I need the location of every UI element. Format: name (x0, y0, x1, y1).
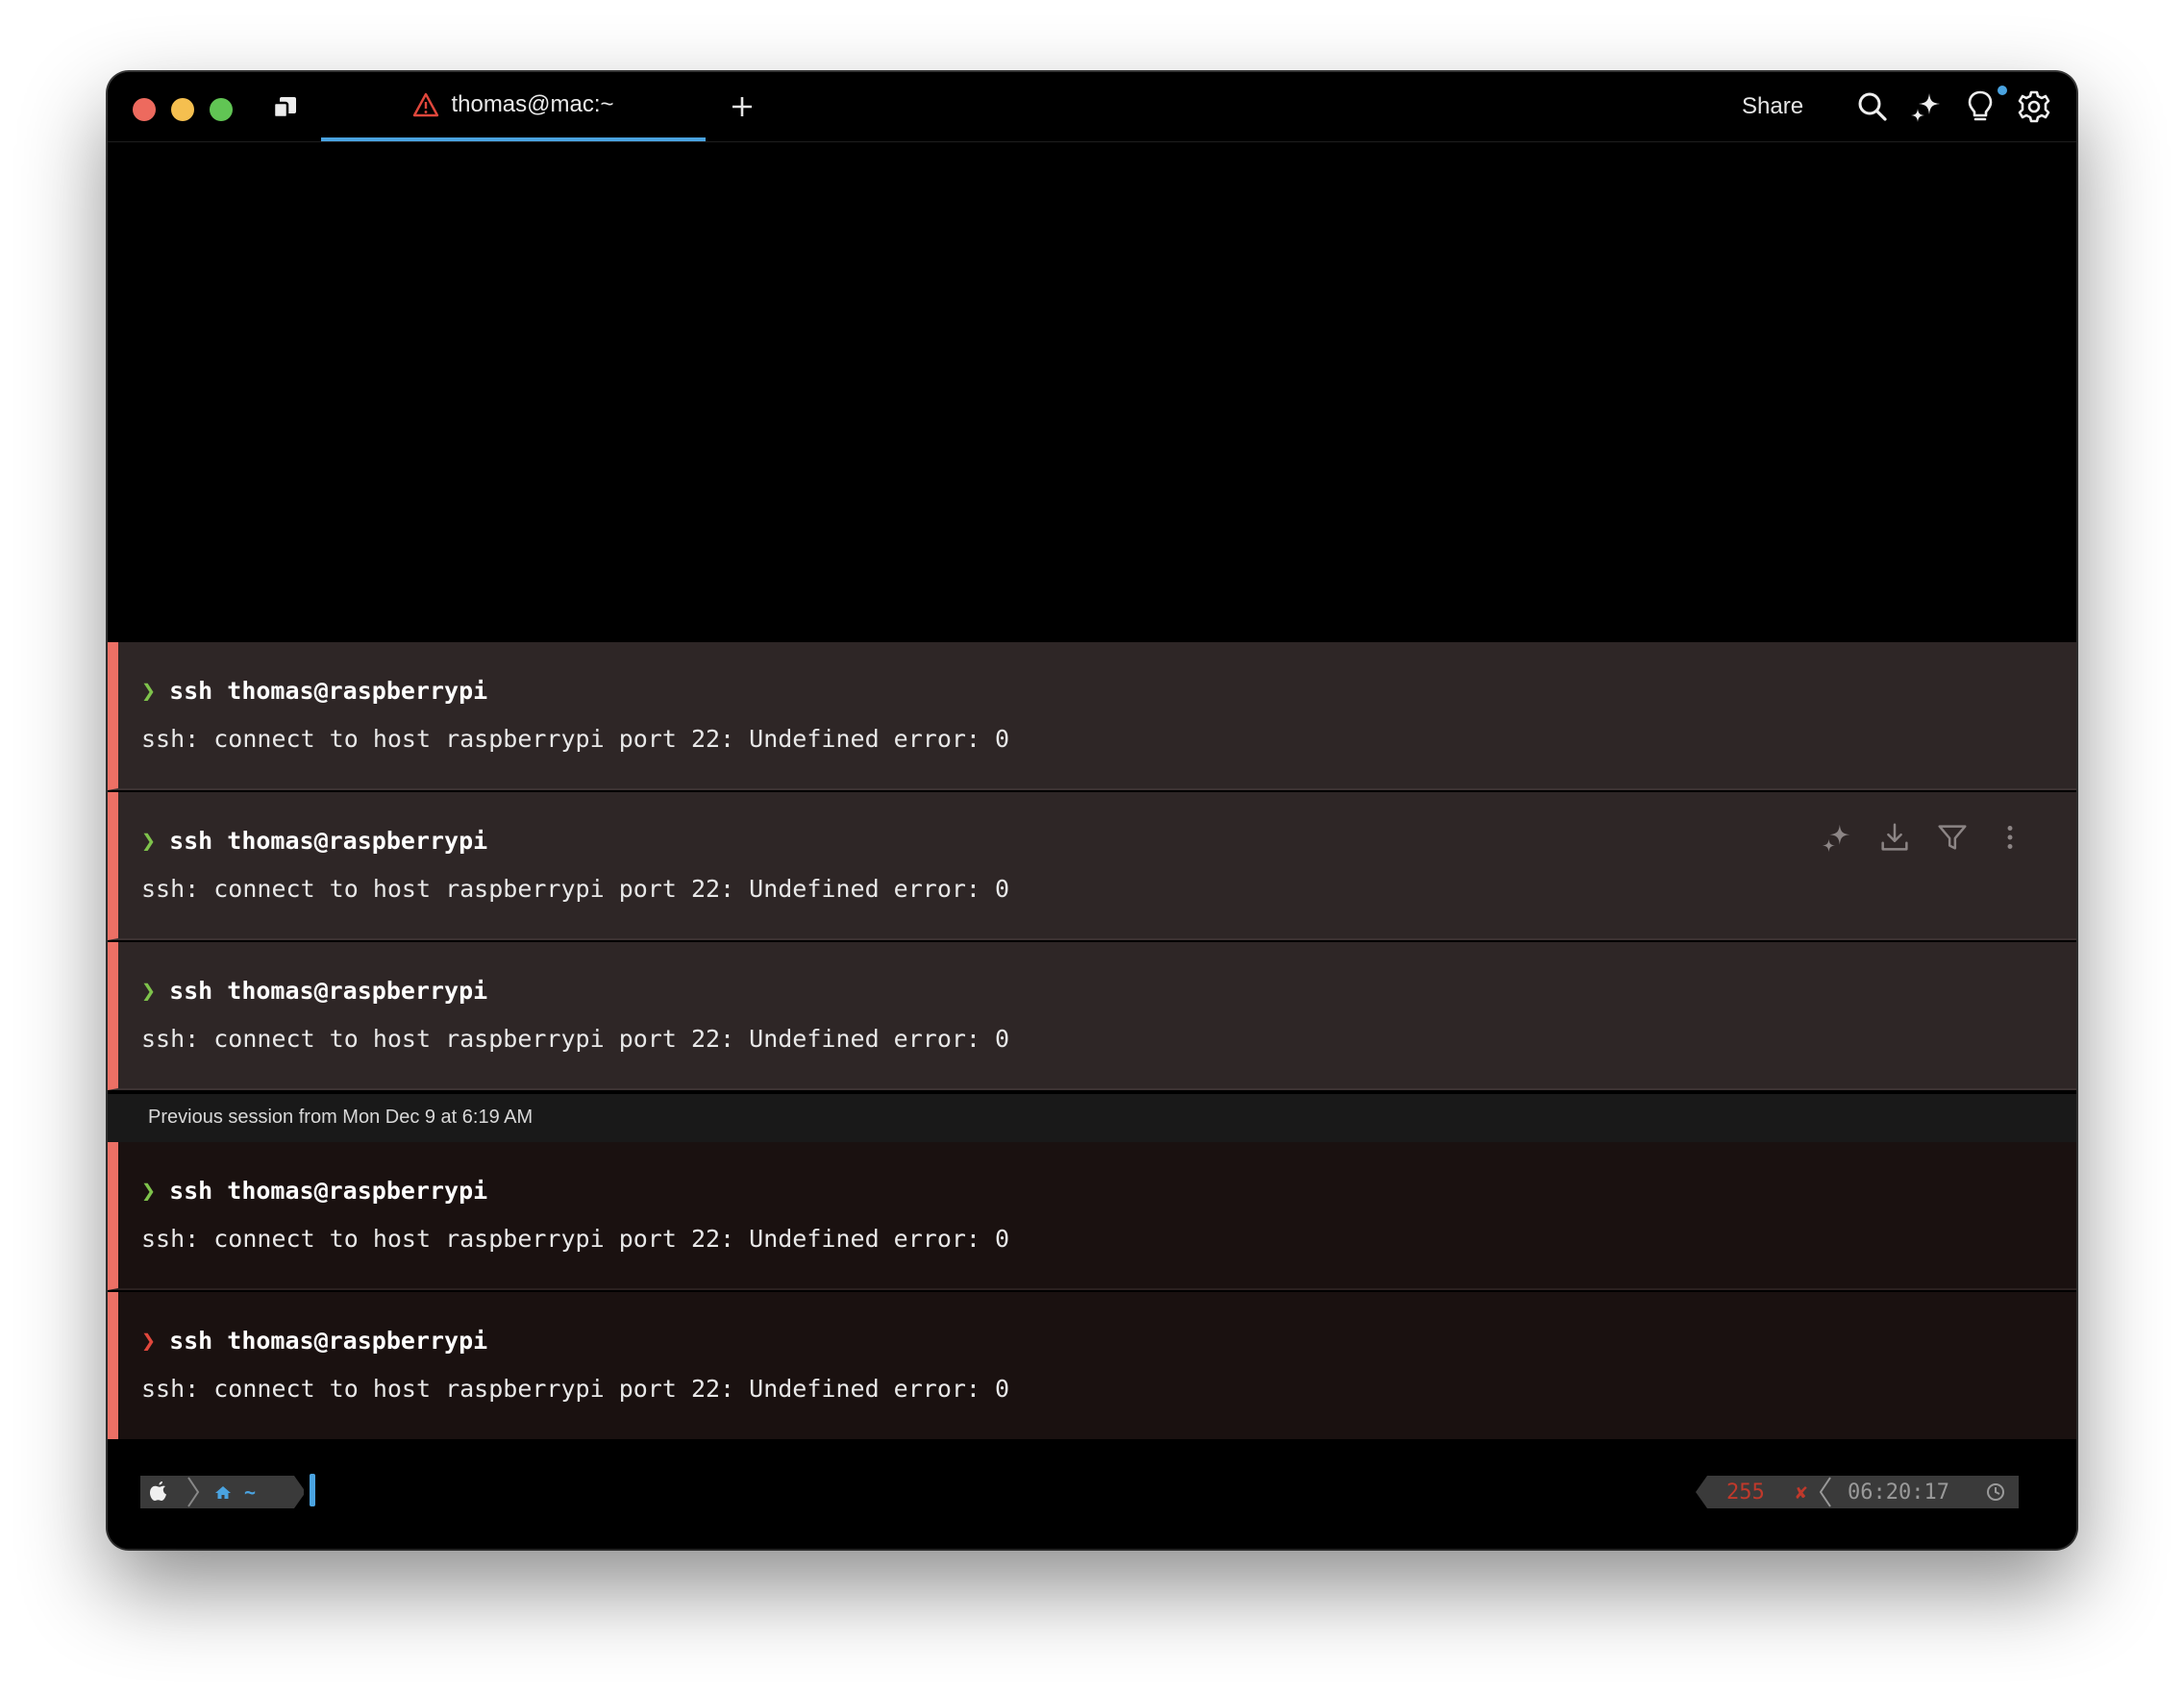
time-text: 06:20:17 (1848, 1480, 1949, 1505)
zoom-window-button[interactable] (210, 98, 233, 121)
command-text: ssh thomas@raspberrypi (169, 827, 488, 855)
search-icon[interactable] (1853, 87, 1892, 126)
command-block[interactable]: ❯ ssh thomas@raspberrypi ssh: connect to … (108, 642, 2076, 790)
command-text: ssh thomas@raspberrypi (169, 677, 488, 705)
text-cursor (310, 1474, 315, 1506)
command-text: ssh thomas@raspberrypi (169, 1327, 488, 1355)
terminal-window: thomas@mac:~ Share ❯ ssh thomas@raspberr… (108, 72, 2076, 1549)
share-button[interactable]: Share (1742, 93, 1803, 120)
command-block[interactable]: ❯ ssh thomas@raspberrypi ssh: connect to … (108, 1292, 2076, 1439)
command-input-bar[interactable]: ~ 255 ✘ 06:20:17 (108, 1439, 2076, 1549)
minimize-window-button[interactable] (171, 98, 194, 121)
command-line: ❯ ssh thomas@raspberrypi (141, 677, 487, 705)
exit-code-text: 255 (1726, 1480, 1765, 1505)
prompt-chevron-icon: ❯ (141, 1327, 157, 1355)
gear-icon[interactable] (2015, 87, 2053, 126)
command-line: ❯ ssh thomas@raspberrypi (141, 827, 487, 855)
prompt-chevron-icon: ❯ (141, 677, 157, 705)
command-output: ssh: connect to host raspberrypi port 22… (141, 1375, 1010, 1403)
prompt-chevron-icon: ❯ (141, 1177, 157, 1205)
command-line: ❯ ssh thomas@raspberrypi (141, 977, 487, 1005)
warning-triangle-icon (413, 92, 439, 117)
new-tab-plus-icon[interactable] (723, 87, 761, 126)
lightbulb-icon[interactable] (1961, 87, 1999, 126)
more-vertical-icon[interactable] (1992, 819, 2028, 856)
command-text: ssh thomas@raspberrypi (169, 977, 488, 1005)
command-line: ❯ ssh thomas@raspberrypi (141, 1177, 487, 1205)
command-output: ssh: connect to host raspberrypi port 22… (141, 1225, 1010, 1253)
download-icon[interactable] (1876, 819, 1913, 856)
ai-sparkle-icon[interactable] (1907, 87, 1946, 126)
block-actions (1819, 819, 2028, 856)
panels-icon[interactable] (271, 95, 300, 120)
session-divider-text: Previous session from Mon Dec 9 at 6:19 … (148, 1107, 534, 1128)
command-output: ssh: connect to host raspberrypi port 22… (141, 875, 1010, 903)
command-block[interactable]: ❯ ssh thomas@raspberrypi ssh: connect to … (108, 942, 2076, 1090)
right-prompt: 255 ✘ 06:20:17 (1696, 1476, 2019, 1508)
notification-dot (1998, 86, 2007, 95)
close-window-button[interactable] (133, 98, 156, 121)
tab-title: thomas@mac:~ (451, 91, 614, 117)
command-line: ❯ ssh thomas@raspberrypi (141, 1327, 487, 1355)
command-text: ssh thomas@raspberrypi (169, 1177, 488, 1205)
ai-sparkle-icon[interactable] (1819, 819, 1855, 856)
cwd-text: ~ (244, 1480, 256, 1504)
prompt-segments: ~ (140, 1476, 304, 1508)
tab-thomas-mac[interactable]: thomas@mac:~ (321, 72, 706, 141)
command-block[interactable]: ❯ ssh thomas@raspberrypi ssh: connect to … (108, 792, 2076, 940)
prompt-chevron-icon: ❯ (141, 977, 157, 1005)
session-divider: Previous session from Mon Dec 9 at 6:19 … (108, 1094, 2076, 1143)
prompt-chevron-icon: ❯ (141, 827, 157, 855)
command-block[interactable]: ❯ ssh thomas@raspberrypi ssh: connect to … (108, 1142, 2076, 1290)
title-bar: thomas@mac:~ Share (108, 72, 2076, 142)
command-output: ssh: connect to host raspberrypi port 22… (141, 1025, 1010, 1053)
filter-icon[interactable] (1934, 819, 1971, 856)
command-output: ssh: connect to host raspberrypi port 22… (141, 725, 1010, 753)
error-x-icon: ✘ (1796, 1480, 1807, 1504)
